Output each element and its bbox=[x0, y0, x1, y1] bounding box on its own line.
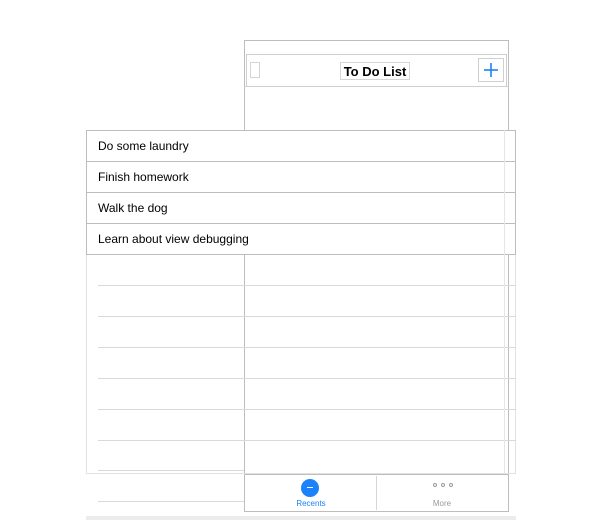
nav-left-placeholder bbox=[250, 62, 260, 78]
empty-row-separator bbox=[98, 285, 516, 286]
list-item-label: Learn about view debugging bbox=[98, 232, 249, 246]
tab-more-label: More bbox=[432, 499, 452, 508]
list-item-label: Do some laundry bbox=[98, 139, 189, 153]
list-item-label: Finish homework bbox=[98, 170, 189, 184]
page-title: To Do List bbox=[340, 62, 410, 80]
navbar-separator bbox=[244, 86, 509, 87]
empty-row-separator bbox=[98, 409, 516, 410]
list-item-label: Walk the dog bbox=[98, 201, 168, 215]
empty-row-separator bbox=[98, 440, 516, 441]
empty-row-separator bbox=[98, 316, 516, 317]
list-item[interactable]: Walk the dog bbox=[86, 193, 516, 224]
empty-row-separator bbox=[98, 470, 244, 471]
tab-more[interactable]: More bbox=[377, 475, 507, 511]
plus-icon bbox=[484, 63, 498, 77]
list-item[interactable]: Finish homework bbox=[86, 162, 516, 193]
empty-row-separator bbox=[98, 501, 244, 502]
tab-recents-label: Recents bbox=[296, 499, 326, 508]
tab-recents[interactable]: Recents bbox=[246, 475, 376, 511]
table-bottom-edge bbox=[86, 516, 516, 520]
list-item[interactable]: Learn about view debugging bbox=[86, 224, 516, 255]
more-icon bbox=[433, 483, 453, 489]
empty-row-separator bbox=[98, 378, 516, 379]
recents-icon bbox=[301, 479, 319, 497]
table-edge-rule bbox=[504, 130, 505, 474]
list-item[interactable]: Do some laundry bbox=[86, 130, 516, 162]
empty-row-separator bbox=[98, 347, 516, 348]
add-todo-button[interactable] bbox=[478, 58, 504, 82]
